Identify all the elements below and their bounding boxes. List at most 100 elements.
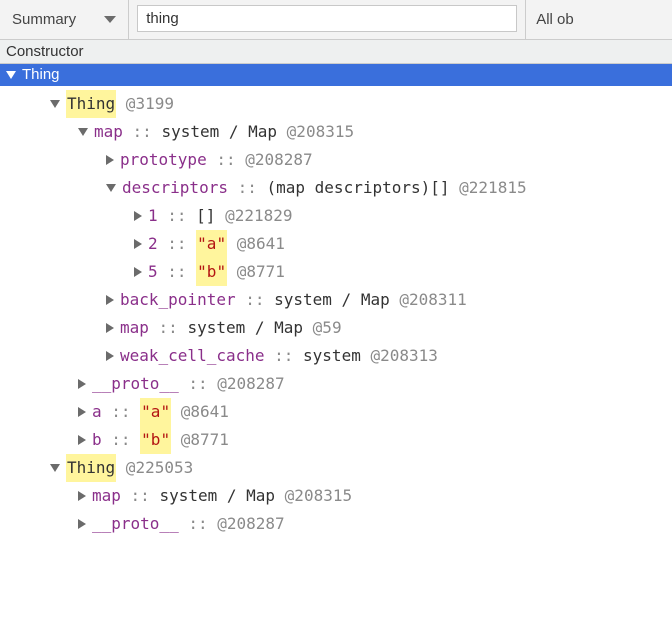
object-id: @225053	[116, 454, 193, 482]
property-name: a	[92, 398, 102, 426]
arrow-down-icon[interactable]	[50, 464, 60, 472]
tree-row[interactable]: a :: "a" @8641	[0, 398, 672, 426]
tree-row[interactable]: descriptors :: (map descriptors)[] @2218…	[0, 174, 672, 202]
string-value: "a"	[140, 398, 171, 426]
object-id: ::	[158, 258, 197, 286]
view-dropdown[interactable]: Summary	[0, 0, 129, 39]
object-id: @221815	[459, 174, 526, 202]
property-name: __proto__	[92, 370, 179, 398]
object-id: @8641	[171, 398, 229, 426]
object-id: ::	[121, 482, 160, 510]
property-name: 1	[148, 202, 158, 230]
tree-row[interactable]: 1 :: [] @221829	[0, 202, 672, 230]
object-id: @208287	[217, 510, 284, 538]
string-value: "b"	[196, 258, 227, 286]
constructor-match: Thing	[66, 90, 116, 118]
tree-row[interactable]: map :: system / Map @208315	[0, 118, 672, 146]
arrow-right-icon[interactable]	[78, 519, 86, 529]
arrow-right-icon[interactable]	[134, 211, 142, 221]
property-name: back_pointer	[120, 286, 236, 314]
property-name: map	[94, 118, 123, 146]
object-id: @59	[313, 314, 342, 342]
object-id: ::	[123, 118, 162, 146]
column-header-constructor[interactable]: Constructor	[0, 40, 672, 64]
object-id: ::	[102, 426, 141, 454]
object-id: ::	[179, 370, 218, 398]
object-id: ::	[149, 314, 188, 342]
object-id: @208315	[285, 482, 352, 510]
tree-row[interactable]: back_pointer :: system / Map @208311	[0, 286, 672, 314]
constructor-match: Thing	[66, 454, 116, 482]
property-name: 2	[148, 230, 158, 258]
object-id: ::	[179, 510, 218, 538]
tree-row[interactable]: map :: system / Map @208315	[0, 482, 672, 510]
object-id: ::	[265, 342, 304, 370]
object-id: ::	[207, 146, 246, 174]
tree-row[interactable]: __proto__ :: @208287	[0, 370, 672, 398]
object-id: @221829	[225, 202, 292, 230]
type-text: []	[196, 202, 225, 230]
arrow-right-icon[interactable]	[134, 267, 142, 277]
tree-row[interactable]: Thing @225053	[0, 454, 672, 482]
tree-row[interactable]: map :: system / Map @59	[0, 314, 672, 342]
arrow-down-icon[interactable]	[78, 128, 88, 136]
constructor-row-selected[interactable]: Thing	[0, 64, 672, 86]
property-name: __proto__	[92, 510, 179, 538]
toolbar: Summary All ob	[0, 0, 672, 40]
property-name: weak_cell_cache	[120, 342, 265, 370]
object-id: ::	[228, 174, 267, 202]
tree-row[interactable]: b :: "b" @8771	[0, 426, 672, 454]
chevron-down-icon	[104, 16, 116, 23]
object-id: ::	[158, 202, 197, 230]
expand-arrow-icon	[6, 71, 16, 79]
property-name: descriptors	[122, 174, 228, 202]
tree-row[interactable]: __proto__ :: @208287	[0, 510, 672, 538]
objects-scope-label: All ob	[536, 11, 574, 28]
arrow-right-icon[interactable]	[78, 407, 86, 417]
object-id: @208287	[217, 370, 284, 398]
object-id: @8771	[171, 426, 229, 454]
arrow-right-icon[interactable]	[78, 491, 86, 501]
property-name: b	[92, 426, 102, 454]
filter-wrap	[129, 0, 526, 39]
string-value: "a"	[196, 230, 227, 258]
tree-row[interactable]: Thing @3199	[0, 90, 672, 118]
object-id: @208313	[370, 342, 437, 370]
arrow-right-icon[interactable]	[106, 155, 114, 165]
property-name: prototype	[120, 146, 207, 174]
tree-row[interactable]: weak_cell_cache :: system @208313	[0, 342, 672, 370]
type-text: system / Map	[187, 314, 312, 342]
tree-row[interactable]: 2 :: "a" @8641	[0, 230, 672, 258]
arrow-right-icon[interactable]	[134, 239, 142, 249]
class-filter-input[interactable]	[137, 5, 517, 32]
object-id: @8641	[227, 230, 285, 258]
arrow-right-icon[interactable]	[106, 295, 114, 305]
object-id: ::	[158, 230, 197, 258]
property-name: map	[120, 314, 149, 342]
tree-row[interactable]: prototype :: @208287	[0, 146, 672, 174]
arrow-right-icon[interactable]	[106, 323, 114, 333]
type-text: system	[303, 342, 370, 370]
object-id: ::	[236, 286, 275, 314]
objects-scope-dropdown[interactable]: All ob	[526, 0, 584, 39]
arrow-right-icon[interactable]	[78, 435, 86, 445]
arrow-down-icon[interactable]	[106, 184, 116, 192]
view-dropdown-label: Summary	[12, 11, 76, 28]
property-name: 5	[148, 258, 158, 286]
object-id: @208287	[245, 146, 312, 174]
heap-tree: Thing @3199map :: system / Map @208315pr…	[0, 86, 672, 548]
arrow-right-icon[interactable]	[106, 351, 114, 361]
arrow-down-icon[interactable]	[50, 100, 60, 108]
object-id: ::	[102, 398, 141, 426]
object-id: @208311	[399, 286, 466, 314]
arrow-right-icon[interactable]	[78, 379, 86, 389]
type-text: (map descriptors)[]	[267, 174, 460, 202]
type-text: system / Map	[159, 482, 284, 510]
string-value: "b"	[140, 426, 171, 454]
type-text: system / Map	[274, 286, 399, 314]
property-name: map	[92, 482, 121, 510]
tree-row[interactable]: 5 :: "b" @8771	[0, 258, 672, 286]
type-text: system / Map	[161, 118, 286, 146]
constructor-name: Thing	[22, 66, 60, 83]
object-id: @3199	[116, 90, 174, 118]
